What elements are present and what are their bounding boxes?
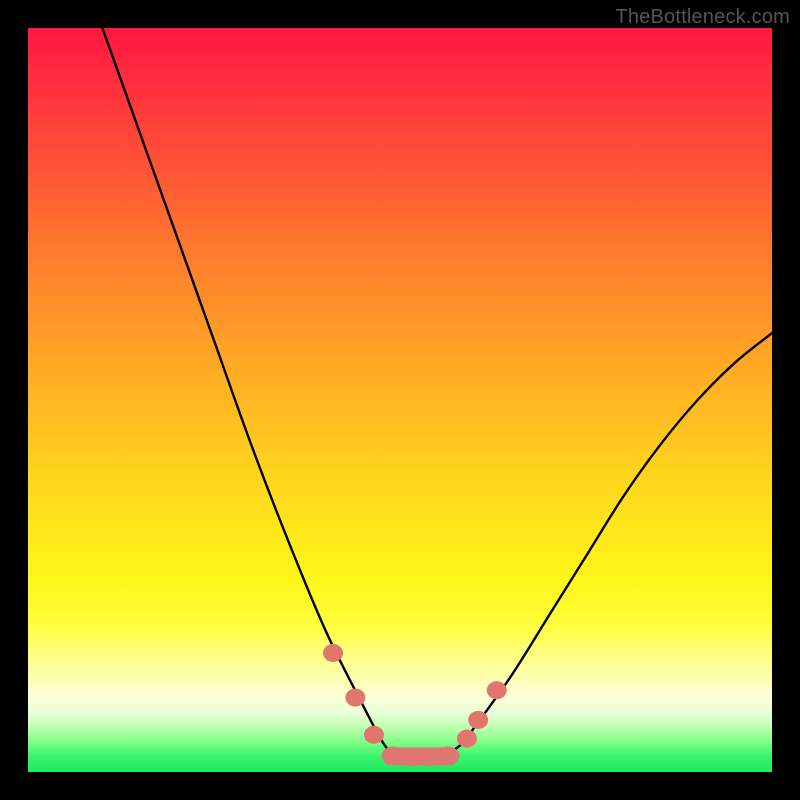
trough-marker: [345, 689, 365, 707]
trough-marker: [382, 747, 404, 765]
plot-area: [28, 28, 772, 772]
bottleneck-curve: [102, 28, 772, 758]
chart-frame: TheBottleneck.com: [0, 0, 800, 800]
trough-marker: [487, 681, 507, 699]
curve-layer: [28, 28, 772, 772]
trough-marker: [419, 748, 441, 766]
trough-marker: [457, 730, 477, 748]
trough-marker: [364, 726, 384, 744]
watermark-text: TheBottleneck.com: [615, 6, 790, 29]
trough-marker: [323, 644, 343, 662]
trough-marker: [437, 747, 459, 765]
trough-marker: [468, 711, 488, 729]
